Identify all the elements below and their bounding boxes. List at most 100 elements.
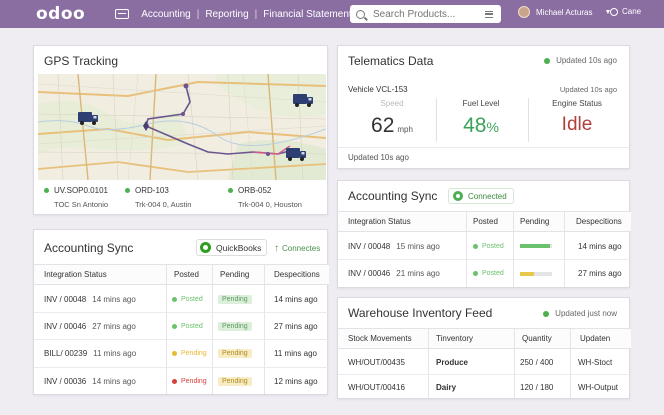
menu-financial-statements[interactable]: Financial Statements <box>257 9 362 20</box>
card-title: Telematics Data <box>348 54 434 68</box>
table-row[interactable]: INV / 00046 27 mins ago Posted Pending 27… <box>34 313 329 340</box>
column-divider <box>264 264 265 394</box>
table-row[interactable]: WH/OUT/00435 Produce 250 / 400 WH-Stoct <box>338 350 631 375</box>
user-menu[interactable]: Michael Acturas ▼ <box>518 6 611 18</box>
column-header[interactable]: Pending <box>220 265 249 284</box>
vehicle-item[interactable]: UV.SOP0.0101 TOC Sn Antonio <box>44 186 108 209</box>
updated-text: Updated just now <box>555 309 617 318</box>
status-dot-icon <box>172 323 177 329</box>
connection-status: ↑ Connectes <box>274 243 320 254</box>
posted-status: Pending <box>181 378 207 385</box>
table-header: Stock Movements Tinventory Quantity Upda… <box>338 328 631 349</box>
time-ago: 14 mins ago <box>92 294 136 304</box>
updated-text: Updated 10s ago <box>556 56 617 65</box>
table-row[interactable]: WH/OUT/00416 Dairy 120 / 180 WH-Output <box>338 375 631 399</box>
doc-ref[interactable]: INV / 00048 <box>348 242 390 251</box>
vehicle-label: Vehicle VCL-153 <box>348 85 408 94</box>
doc-ref[interactable]: INV / 00036 <box>44 377 86 386</box>
column-header[interactable]: Updaten <box>580 329 610 348</box>
metric-label: Fuel Level <box>462 99 500 108</box>
speed-unit: mph <box>397 125 413 134</box>
pending-badge: Pending <box>218 377 252 386</box>
location: WH-Stoct <box>578 357 613 367</box>
column-header[interactable]: Stock Movements <box>348 329 412 348</box>
search-input[interactable] <box>373 8 485 20</box>
column-header[interactable]: Despecitions <box>576 212 622 231</box>
gps-tracking-card: GPS Tracking UV.SOP0.0101 TOC Sn Antonio… <box>33 45 328 215</box>
stock-ref[interactable]: WH/OUT/00435 <box>348 350 405 374</box>
updated-text: Updated 10s ago <box>559 85 617 94</box>
apps-menu-icon[interactable] <box>115 9 130 19</box>
table-row[interactable]: INV / 00046 21 mins ago Posted 27 mins ag… <box>338 260 631 287</box>
menu-reporting[interactable]: Reporting <box>199 9 254 20</box>
status-dot-icon <box>473 243 478 249</box>
gps-map[interactable] <box>38 74 326 180</box>
updated-text: Updated 10s ago <box>348 153 409 162</box>
fuel-value: 48 <box>463 114 487 137</box>
card-title: GPS Tracking <box>44 54 119 68</box>
card-title: Accounting Sync <box>44 241 134 255</box>
search-box[interactable] <box>350 5 501 23</box>
time-ago: 14 mins ago <box>92 377 136 386</box>
posted-status: Posted <box>181 295 203 303</box>
column-header[interactable]: Posted <box>174 265 199 284</box>
column-divider <box>514 328 515 398</box>
column-divider <box>466 211 467 287</box>
status-dot-icon <box>473 271 478 276</box>
connected-icon <box>453 191 463 201</box>
column-divider <box>513 211 514 287</box>
column-header[interactable]: Tinventory <box>436 329 473 348</box>
column-header[interactable]: Integration Status <box>44 265 107 284</box>
company-icon <box>610 7 618 16</box>
vehicle-id: UV.SOP0.0101 <box>54 186 108 195</box>
table-row[interactable]: BILL/ 00239 11 mins ago Pending Pending 1… <box>34 340 329 368</box>
company-switcher[interactable]: Cane <box>610 7 641 16</box>
column-header[interactable]: Posted <box>473 212 498 231</box>
status-dot-icon <box>172 296 177 302</box>
despatch-time: 11 mins ago <box>274 349 317 358</box>
accounting-sync-card: Accounting Sync QuickBooks ↑ Connectes I… <box>33 229 329 395</box>
metric-label: Engine Status <box>552 99 602 108</box>
column-header[interactable]: Pending <box>520 212 549 231</box>
company-name: Cane <box>622 7 642 16</box>
status-dot-icon <box>172 379 177 384</box>
truck-marker-icon[interactable] <box>293 92 315 108</box>
vehicle-id: ORD-103 <box>135 186 169 195</box>
filter-icon[interactable] <box>485 10 493 18</box>
menu-accounting[interactable]: Accounting <box>135 9 196 20</box>
integration-name: QuickBooks <box>216 242 262 253</box>
fuel-metric: Fuel Level 48% <box>438 99 524 138</box>
time-ago: 11 mins ago <box>93 349 137 358</box>
time-ago: 15 mins ago <box>396 241 440 251</box>
table-row[interactable]: INV / 00048 15 mins ago Posted 14 mins ag… <box>338 233 631 260</box>
connection-status: Connected <box>468 191 507 201</box>
column-divider <box>166 264 167 394</box>
stock-ref[interactable]: WH/OUT/00416 <box>348 375 405 399</box>
column-header[interactable]: Despecitions <box>274 265 320 284</box>
divider <box>528 98 529 142</box>
vehicle-item[interactable]: ORD-103 Trk-004 0, Austin <box>125 186 191 209</box>
quickbooks-button[interactable]: QuickBooks <box>196 239 268 256</box>
doc-ref[interactable]: INV / 00048 <box>44 295 86 304</box>
progress-fill <box>520 244 551 248</box>
menu-separator: | <box>196 8 200 20</box>
sync-table: Integration Status Posted Pending Despec… <box>338 211 631 289</box>
truck-marker-icon[interactable] <box>286 146 308 162</box>
status-dot-icon <box>544 57 551 64</box>
truck-marker-icon[interactable] <box>78 110 100 126</box>
odoo-logo[interactable]: odoo <box>36 4 85 24</box>
time-ago: 21 mins ago <box>396 269 440 278</box>
pending-badge: Pending <box>218 294 252 304</box>
despatch-time: 27 mins ago <box>274 321 318 331</box>
doc-ref[interactable]: INV / 00046 <box>348 269 390 278</box>
table-row[interactable]: INV / 00036 14 mins ago Pending Pending 1… <box>34 368 329 395</box>
accounting-sync-card: Accounting Sync Connected Integration St… <box>337 180 631 289</box>
vehicle-item[interactable]: ORB-052 Trk-004 0, Houston <box>228 186 302 209</box>
doc-ref[interactable]: INV / 00046 <box>44 322 86 331</box>
despatch-time: 12 mins ago <box>274 377 318 386</box>
column-header[interactable]: Integration Status <box>348 212 411 231</box>
table-row[interactable]: INV / 00048 14 mins ago Posted Pending 14… <box>34 286 329 313</box>
location: WH-Output <box>578 382 619 392</box>
doc-ref[interactable]: BILL/ 00239 <box>44 349 87 358</box>
column-header[interactable]: Quantity <box>522 329 552 348</box>
